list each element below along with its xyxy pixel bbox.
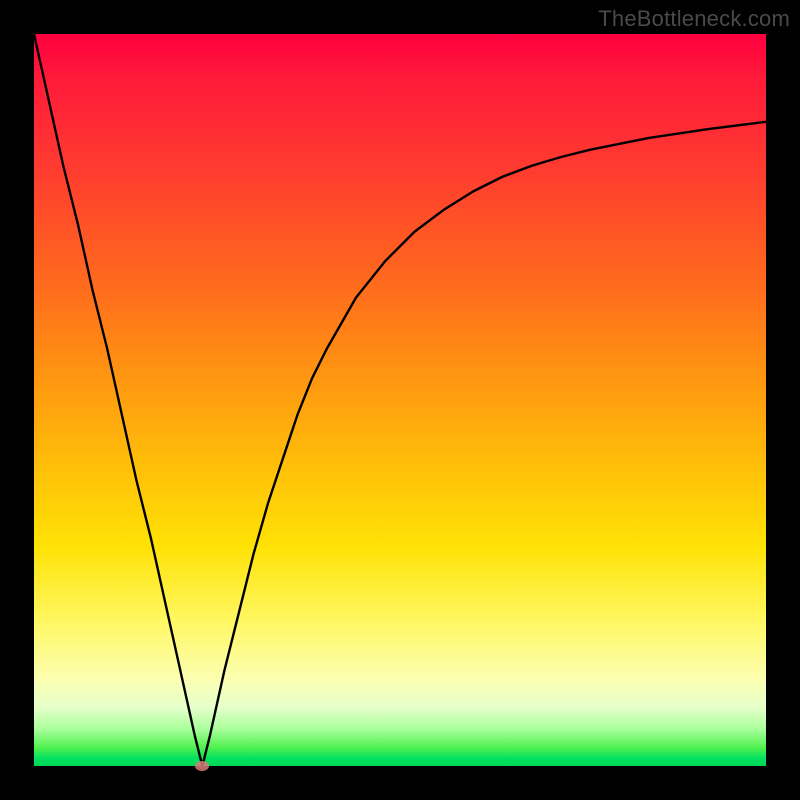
minimum-marker — [195, 761, 209, 771]
bottleneck-curve — [34, 34, 766, 766]
chart-frame: TheBottleneck.com — [0, 0, 800, 800]
watermark-text: TheBottleneck.com — [598, 6, 790, 32]
plot-area — [34, 34, 766, 766]
